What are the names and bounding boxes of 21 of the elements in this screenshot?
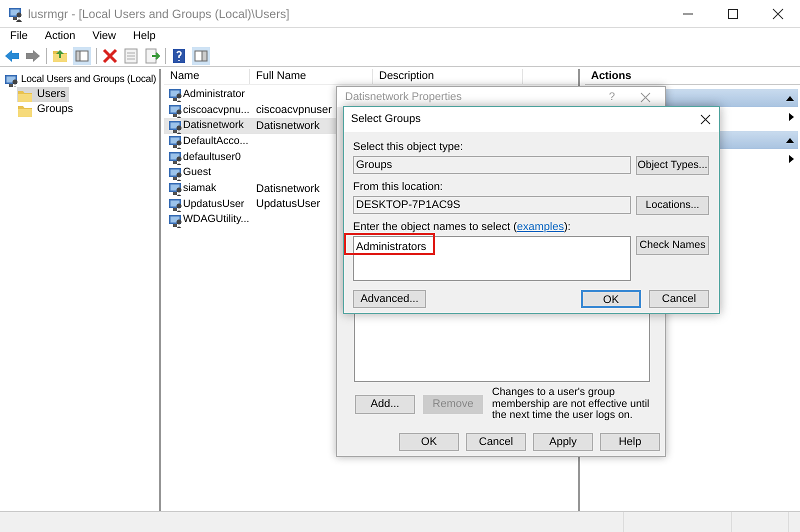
window-title: lusrmgr - [Local Users and Groups (Local)\Users] xyxy=(28,6,290,22)
table-cell-text: defaultuser0 xyxy=(183,150,241,165)
actions-title: Actions xyxy=(591,69,632,84)
table-cell-text: ciscoacvpnu... xyxy=(183,102,250,118)
field-label: Select this object type: xyxy=(353,141,464,154)
table-cell-text: UpdatusUser xyxy=(255,197,320,212)
field-label: Enter the object names to select (examples): xyxy=(353,221,571,234)
table-cell-text: UpdatusUser xyxy=(183,196,244,212)
table-cell-text: Datisnetwork xyxy=(183,118,244,134)
table-cell-text: Administrator xyxy=(183,86,245,102)
membership-note: Changes to a user's group membership are not effective until the next time the user logs on. xyxy=(492,387,650,422)
field-label: From this location: xyxy=(353,181,443,194)
table-cell-text: ciscoacvpnuser xyxy=(255,103,332,118)
table-cell-text: WDAGUtility... xyxy=(183,212,250,228)
table-cell-text: Datisnetwork xyxy=(255,182,320,197)
dialog-title: Datisnetwork Properties xyxy=(345,90,462,105)
table-cell-text: DefaultAcco... xyxy=(183,134,248,150)
table-cell-text: Guest xyxy=(183,165,212,180)
dialog-title: Select Groups xyxy=(351,112,421,128)
table-cell-text: siamak xyxy=(183,181,216,196)
table-cell-text: Datisnetwork xyxy=(255,118,320,134)
